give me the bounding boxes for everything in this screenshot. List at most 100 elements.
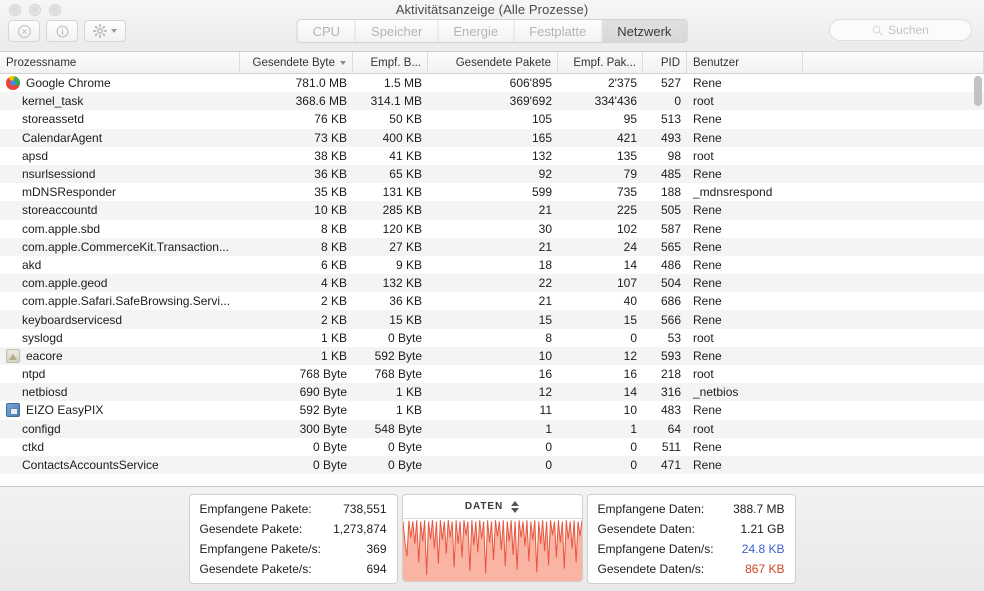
cell-process-name: com.apple.geod bbox=[0, 274, 240, 292]
table-row[interactable]: Google Chrome781.0 MB1.5 MB606'8952'3755… bbox=[0, 74, 984, 92]
search-icon bbox=[872, 25, 883, 36]
cell-sent-packets: 10 bbox=[428, 347, 558, 365]
cell-spacer bbox=[803, 420, 984, 438]
process-table[interactable]: Google Chrome781.0 MB1.5 MB606'8952'3755… bbox=[0, 74, 984, 486]
cell-sent-bytes: 10 KB bbox=[240, 201, 353, 219]
process-name-label: ntpd bbox=[6, 367, 45, 381]
cell-pid: 218 bbox=[643, 365, 687, 383]
cell-user: Rene bbox=[687, 456, 803, 474]
table-row[interactable]: ntpd768 Byte768 Byte1616218root bbox=[0, 365, 984, 383]
cell-sent-packets: 16 bbox=[428, 365, 558, 383]
cell-pid: 485 bbox=[643, 165, 687, 183]
cell-received-packets: 15 bbox=[558, 310, 643, 328]
cell-user: Rene bbox=[687, 74, 803, 92]
column-label: Empf. B... bbox=[371, 57, 422, 69]
vertical-scrollbar[interactable] bbox=[974, 76, 982, 486]
tab-speicher[interactable]: Speicher bbox=[356, 20, 438, 42]
table-row[interactable]: EIZO EasyPIX592 Byte1 KB1110483Rene bbox=[0, 401, 984, 419]
graph-header[interactable]: DATEN bbox=[403, 495, 582, 519]
table-row[interactable]: akd6 KB9 KB1814486Rene bbox=[0, 256, 984, 274]
stat-value: 1,273,874 bbox=[333, 522, 386, 536]
updown-stepper-icon[interactable] bbox=[511, 501, 519, 513]
stop-process-button[interactable] bbox=[8, 20, 40, 42]
column-label: Empf. Pak... bbox=[573, 57, 636, 69]
column-header-prozessname[interactable]: Prozessname bbox=[0, 52, 240, 73]
column-header-empfangene-byte[interactable]: Empf. B... bbox=[353, 52, 428, 73]
cell-sent-packets: 22 bbox=[428, 274, 558, 292]
cell-user: root bbox=[687, 365, 803, 383]
inspect-process-button[interactable] bbox=[46, 20, 78, 42]
cell-sent-bytes: 8 KB bbox=[240, 238, 353, 256]
process-name-label: syslogd bbox=[6, 331, 63, 345]
cell-sent-bytes: 4 KB bbox=[240, 274, 353, 292]
table-row[interactable]: ContactsAccountsService0 Byte0 Byte00471… bbox=[0, 456, 984, 474]
table-row[interactable]: syslogd1 KB0 Byte8053root bbox=[0, 329, 984, 347]
graph-plot-area bbox=[403, 519, 582, 581]
cell-user: root bbox=[687, 147, 803, 165]
table-row[interactable]: configd300 Byte548 Byte1164root bbox=[0, 420, 984, 438]
process-name-label: storeaccountd bbox=[6, 203, 97, 217]
titlebar: Aktivitätsanzeige (Alle Prozesse) bbox=[0, 0, 984, 52]
process-name-label: ctkd bbox=[6, 440, 44, 454]
cell-sent-packets: 165 bbox=[428, 129, 558, 147]
table-row[interactable]: storeassetd76 KB50 KB10595513Rene bbox=[0, 110, 984, 128]
cell-sent-bytes: 38 KB bbox=[240, 147, 353, 165]
network-graph[interactable]: DATEN bbox=[402, 494, 583, 582]
cell-pid: 511 bbox=[643, 438, 687, 456]
tab-energie[interactable]: Energie bbox=[438, 20, 514, 42]
table-row[interactable]: kernel_task368.6 MB314.1 MB369'692334'43… bbox=[0, 92, 984, 110]
column-header-empfangene-pakete[interactable]: Empf. Pak... bbox=[558, 52, 643, 73]
cell-spacer bbox=[803, 238, 984, 256]
table-row[interactable]: CalendarAgent73 KB400 KB165421493Rene bbox=[0, 129, 984, 147]
cell-process-name: netbiosd bbox=[0, 383, 240, 401]
stat-value: 388.7 MB bbox=[733, 502, 784, 516]
cell-user: Rene bbox=[687, 274, 803, 292]
table-row[interactable]: apsd38 KB41 KB13213598root bbox=[0, 147, 984, 165]
table-row[interactable]: mDNSResponder35 KB131 KB599735188_mdnsre… bbox=[0, 183, 984, 201]
cell-sent-bytes: 35 KB bbox=[240, 183, 353, 201]
column-header-gesendete-pakete[interactable]: Gesendete Pakete bbox=[428, 52, 558, 73]
stat-label: Gesendete Pakete/s: bbox=[200, 562, 312, 576]
cell-sent-bytes: 76 KB bbox=[240, 110, 353, 128]
cell-received-bytes: 50 KB bbox=[353, 110, 428, 128]
stat-label: Empfangene Pakete: bbox=[200, 502, 312, 516]
cell-process-name: apsd bbox=[0, 147, 240, 165]
scrollbar-thumb[interactable] bbox=[974, 76, 982, 106]
table-row[interactable]: storeaccountd10 KB285 KB21225505Rene bbox=[0, 201, 984, 219]
table-row[interactable]: eacore1 KB592 Byte1012593Rene bbox=[0, 347, 984, 365]
table-row[interactable]: ctkd0 Byte0 Byte00511Rene bbox=[0, 438, 984, 456]
cell-sent-bytes: 1 KB bbox=[240, 329, 353, 347]
tab-cpu[interactable]: CPU bbox=[298, 20, 356, 42]
cell-spacer bbox=[803, 183, 984, 201]
tab-netzwerk[interactable]: Netzwerk bbox=[602, 20, 686, 42]
cell-received-packets: 14 bbox=[558, 256, 643, 274]
cell-process-name: com.apple.Safari.SafeBrowsing.Servi... bbox=[0, 292, 240, 310]
table-row[interactable]: com.apple.CommerceKit.Transaction...8 KB… bbox=[0, 238, 984, 256]
cell-process-name: mDNSResponder bbox=[0, 183, 240, 201]
table-row[interactable]: keyboardservicesd2 KB15 KB1515566Rene bbox=[0, 310, 984, 328]
column-header-benutzer[interactable]: Benutzer bbox=[687, 52, 803, 73]
cell-pid: 0 bbox=[643, 92, 687, 110]
cell-received-bytes: 27 KB bbox=[353, 238, 428, 256]
settings-menu-button[interactable] bbox=[84, 20, 126, 42]
cell-spacer bbox=[803, 92, 984, 110]
cell-process-name: eacore bbox=[0, 347, 240, 365]
cell-sent-packets: 599 bbox=[428, 183, 558, 201]
column-header-gesendete-byte[interactable]: Gesendete Byte bbox=[240, 52, 353, 73]
table-row[interactable]: netbiosd690 Byte1 KB1214316_netbios bbox=[0, 383, 984, 401]
table-row[interactable]: com.apple.geod4 KB132 KB22107504Rene bbox=[0, 274, 984, 292]
table-row[interactable]: com.apple.sbd8 KB120 KB30102587Rene bbox=[0, 220, 984, 238]
search-field[interactable]: Suchen bbox=[829, 19, 972, 41]
tab-festplatte[interactable]: Festplatte bbox=[514, 20, 602, 42]
table-row[interactable]: com.apple.Safari.SafeBrowsing.Servi...2 … bbox=[0, 292, 984, 310]
cell-sent-bytes: 2 KB bbox=[240, 292, 353, 310]
process-table-body: Google Chrome781.0 MB1.5 MB606'8952'3755… bbox=[0, 74, 984, 474]
cell-spacer bbox=[803, 256, 984, 274]
column-header-pid[interactable]: PID bbox=[643, 52, 687, 73]
cell-received-packets: 421 bbox=[558, 129, 643, 147]
stepper-down-icon[interactable] bbox=[511, 508, 519, 513]
table-row[interactable]: nsurlsessiond36 KB65 KB9279485Rene bbox=[0, 165, 984, 183]
cell-received-bytes: 120 KB bbox=[353, 220, 428, 238]
cell-sent-bytes: 768 Byte bbox=[240, 365, 353, 383]
stepper-up-icon[interactable] bbox=[511, 501, 519, 506]
